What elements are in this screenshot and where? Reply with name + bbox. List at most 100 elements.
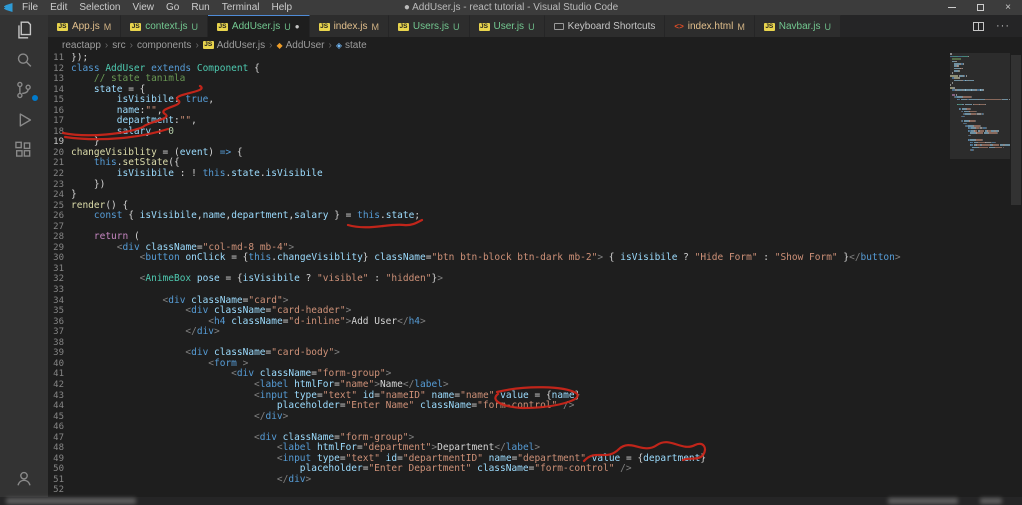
account-icon[interactable] [0, 463, 48, 493]
tab-users-js[interactable]: JS Users.js U [389, 15, 470, 37]
tab-label: User.js [494, 21, 525, 32]
git-status-letter: M [104, 22, 112, 32]
run-and-debug-icon[interactable] [0, 105, 48, 135]
line-number: 15 [48, 95, 64, 106]
line-number: 27 [48, 222, 64, 233]
code-line: 45 </div> [48, 412, 948, 423]
statusbar-redacted-right-2 [980, 498, 1002, 504]
titlebar: File Edit Selection View Go Run Terminal… [0, 0, 1022, 15]
line-number: 39 [48, 348, 64, 359]
chevron-right-icon: › [269, 40, 272, 51]
tab-app-js[interactable]: JS App.js M [48, 15, 121, 37]
tab-navbar-js[interactable]: JS Navbar.js U [755, 15, 841, 37]
code-line: 18 salary : 0 [48, 127, 948, 138]
tab-adduser-js[interactable]: JS AddUser.js U ● [208, 15, 310, 37]
more-actions-icon[interactable]: ··· [996, 22, 1010, 30]
tab-index-js[interactable]: JS index.js M [310, 15, 389, 37]
code-line: 30 <button onClick = {this.changeVisibli… [48, 253, 948, 264]
line-number: 34 [48, 296, 64, 307]
code-line: 26 const { isVisibile,name,department,sa… [48, 211, 948, 222]
tab-label: Keyboard Shortcuts [568, 21, 656, 32]
line-number: 26 [48, 211, 64, 222]
html-file-icon: <> [674, 22, 683, 31]
line-number: 33 [48, 285, 64, 296]
line-number: 41 [48, 369, 64, 380]
line-number: 12 [48, 64, 64, 75]
breadcrumb-file[interactable]: JS AddUser.js [203, 40, 265, 51]
code-line: 17 department:"", [48, 116, 948, 127]
tab-label: AddUser.js [232, 21, 280, 32]
minimap-slider[interactable] [950, 53, 1010, 159]
menu-selection[interactable]: Selection [73, 0, 126, 15]
line-number: 21 [48, 158, 64, 169]
line-number: 47 [48, 433, 64, 444]
code-line: 52 [48, 485, 948, 496]
line-number: 11 [48, 53, 64, 64]
tab-user-js[interactable]: JS User.js U [470, 15, 545, 37]
tab-label: context.js [145, 21, 187, 32]
minimize-icon[interactable] [938, 0, 966, 15]
menu-file[interactable]: File [16, 0, 44, 15]
maximize-icon[interactable] [966, 0, 994, 15]
window-controls: × [938, 0, 1022, 15]
close-icon[interactable]: × [994, 0, 1022, 15]
breadcrumb-reactapp[interactable]: reactapp [62, 40, 101, 51]
javascript-file-icon: JS [398, 23, 409, 31]
tab-context-js[interactable]: JS context.js U [121, 15, 208, 37]
tab-keyboard-shortcuts[interactable]: Keyboard Shortcuts [545, 15, 666, 37]
tab-label: Users.js [413, 21, 449, 32]
code-line: 24} [48, 190, 948, 201]
code-line: 32 <AnimeBox pose = {isVisibile ? "visib… [48, 274, 948, 285]
scrollbar-thumb[interactable] [1011, 55, 1021, 205]
breadcrumb-src[interactable]: src [112, 40, 125, 51]
javascript-file-icon: JS [130, 23, 141, 31]
editor: 11});12class AddUser extends Component {… [48, 53, 1022, 497]
code-editor-area[interactable]: 11});12class AddUser extends Component {… [48, 53, 948, 497]
menu-go[interactable]: Go [160, 0, 185, 15]
source-control-icon[interactable] [0, 75, 48, 105]
scrollbar [1010, 53, 1022, 497]
line-number: 45 [48, 412, 64, 423]
menu-view[interactable]: View [127, 0, 161, 15]
line-number: 51 [48, 475, 64, 486]
split-editor-icon[interactable] [973, 22, 984, 31]
squares-icon [13, 139, 35, 161]
menu-terminal[interactable]: Terminal [216, 0, 266, 15]
breadcrumb-components[interactable]: components [137, 40, 191, 51]
tab-index-html[interactable]: <> index.html M [665, 15, 754, 37]
line-number: 43 [48, 391, 64, 402]
line-number: 14 [48, 85, 64, 96]
tab-label: index.js [334, 21, 368, 32]
status-bar [0, 497, 1022, 505]
statusbar-redacted-left [6, 498, 136, 504]
chevron-right-icon: › [105, 40, 108, 51]
code-line: 15 isVisibile: true, [48, 95, 948, 106]
files-icon [13, 19, 35, 41]
class-symbol-icon: ◆ [276, 41, 282, 50]
unsaved-dot-icon: ● [295, 22, 300, 31]
line-number: 24 [48, 190, 64, 201]
line-number: 35 [48, 306, 64, 317]
explorer-icon[interactable] [0, 15, 48, 45]
line-number: 17 [48, 116, 64, 127]
breadcrumb-class[interactable]: ◆ AddUser [276, 40, 324, 51]
breadcrumb-symbol-state[interactable]: ◈ state [336, 40, 367, 51]
line-number: 38 [48, 338, 64, 349]
line-number: 49 [48, 454, 64, 465]
menu-edit[interactable]: Edit [44, 0, 73, 15]
javascript-file-icon: JS [57, 23, 68, 31]
menu-help[interactable]: Help [266, 0, 299, 15]
tab-bar: JS App.js M JS context.js U JS AddUser.j… [48, 15, 1022, 37]
code-line: 20changeVisiblity = (event) => { [48, 148, 948, 159]
extensions-icon[interactable] [0, 135, 48, 165]
line-number: 40 [48, 359, 64, 370]
javascript-file-icon: JS [479, 23, 490, 31]
line-number: 48 [48, 443, 64, 454]
git-status-letter: U [284, 22, 291, 32]
javascript-file-icon: JS [203, 41, 214, 49]
tab-label: index.html [688, 21, 734, 32]
keyboard-icon [554, 23, 564, 30]
search-icon[interactable] [0, 45, 48, 75]
menu-run[interactable]: Run [185, 0, 215, 15]
breadcrumb-state-label: state [345, 40, 367, 51]
